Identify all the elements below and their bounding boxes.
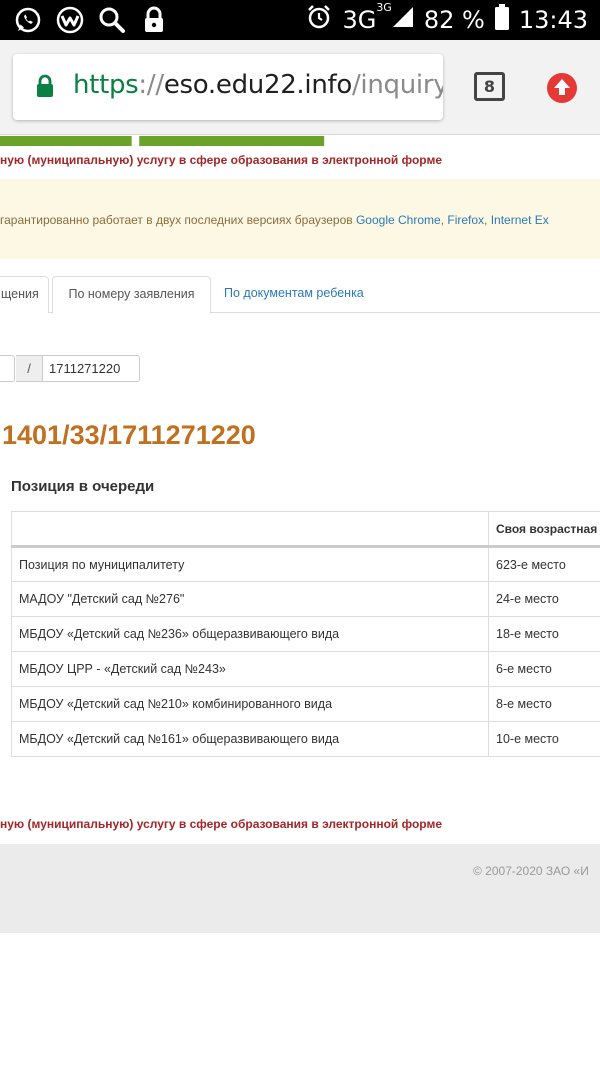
table-header-row: Своя возрастная (11, 511, 600, 548)
table-row: МБДОУ ЦРР - «Детский сад №243» 6-е место (11, 651, 600, 687)
institution-cell: МБДОУ «Детский сад №236» общеразвивающег… (11, 616, 489, 652)
institution-cell: Позиция по муниципалитету (11, 546, 489, 582)
upload-arrow-icon (547, 73, 577, 103)
header-own-age-group: Своя возрастная (488, 511, 600, 548)
notice-text: гарантированно работает в двух последних… (0, 213, 549, 227)
upload-button[interactable] (546, 72, 578, 109)
application-number-heading: 1401/33/1711271220 (2, 420, 256, 450)
copyright-text: © 2007-2020 ЗАО «И (473, 864, 589, 878)
battery-percent: 82 % (423, 6, 485, 34)
page-subtitle: ную (муниципальную) услугу в сфере образ… (0, 153, 443, 167)
page-title-cropped: ▂▂▂▂▂ ▂▂▂▂▂▂▂ (0, 136, 323, 146)
web-browser-app-icon (56, 6, 84, 34)
queue-position-table: Своя возрастная Позиция по муниципалитет… (11, 511, 600, 757)
institution-cell: МБДОУ «Детский сад №161» общеразвивающег… (11, 721, 489, 757)
queue-position-title: Позиция в очереди (11, 478, 155, 495)
table-row: МБДОУ «Детский сад №236» общеразвивающег… (11, 616, 600, 652)
alarm-icon (306, 4, 332, 36)
table-row: МБДОУ «Детский сад №210» комбинированног… (11, 686, 600, 722)
position-cell: 623-е место (488, 546, 600, 582)
header-institution (11, 511, 489, 548)
secure-lock-icon (35, 74, 55, 103)
whatsapp-icon (14, 6, 42, 34)
position-cell: 24-е место (488, 581, 600, 617)
position-cell: 18-е место (488, 616, 600, 652)
clock: 13:43 (518, 6, 588, 34)
link-internet-explorer[interactable]: Internet Ex (491, 213, 549, 227)
table-row: МБДОУ «Детский сад №161» общеразвивающег… (11, 721, 600, 757)
tab-by-appeal[interactable]: щения (0, 276, 49, 313)
search-tabs: щения По номеру заявления По документам … (0, 276, 600, 314)
position-cell: 10-е место (488, 721, 600, 757)
position-cell: 6-е место (488, 651, 600, 687)
footer-subtitle: ную (муниципальную) услугу в сфере образ… (0, 817, 443, 831)
page-footer: © 2007-2020 ЗАО «И (0, 844, 600, 933)
tab-by-child-documents[interactable]: По документам ребенка (224, 276, 364, 313)
application-number-input[interactable]: 1711271220 (42, 355, 140, 382)
institution-cell: МБДОУ «Детский сад №210» комбинированног… (11, 686, 489, 722)
table-row: МАДОУ "Детский сад №276" 24-е место (11, 581, 600, 617)
lock-notification-icon (140, 6, 168, 34)
search-icon (98, 6, 126, 34)
tab-switcher-button[interactable]: 8 (474, 72, 505, 101)
link-google-chrome[interactable]: Google Chrome (356, 213, 441, 227)
network-type-label: 3G3G (342, 1, 392, 34)
status-bar: 3G3G 82 % 13:43 (0, 0, 600, 40)
url-text: https://eso.edu22.info/inquiry (73, 70, 443, 100)
battery-icon (494, 4, 509, 36)
institution-cell: МБДОУ ЦРР - «Детский сад №243» (11, 651, 489, 687)
table-row: Позиция по муниципалитету 623-е место (11, 546, 600, 582)
browser-toolbar: https://eso.edu22.info/inquiry 8 (0, 40, 600, 135)
address-bar[interactable]: https://eso.edu22.info/inquiry (13, 54, 443, 120)
web-page: ▂▂▂▂▂ ▂▂▂▂▂▂▂ ную (муниципальную) услугу… (0, 136, 600, 1066)
application-prefix-input[interactable] (0, 355, 15, 382)
link-firefox[interactable]: Firefox (447, 213, 484, 227)
browser-support-notice: гарантированно работает в двух последних… (0, 179, 600, 259)
tab-by-application-number[interactable]: По номеру заявления (52, 276, 211, 314)
institution-cell: МАДОУ "Детский сад №276" (11, 581, 489, 617)
number-separator: / (16, 355, 42, 382)
signal-icon (392, 6, 414, 34)
position-cell: 8-е место (488, 686, 600, 722)
